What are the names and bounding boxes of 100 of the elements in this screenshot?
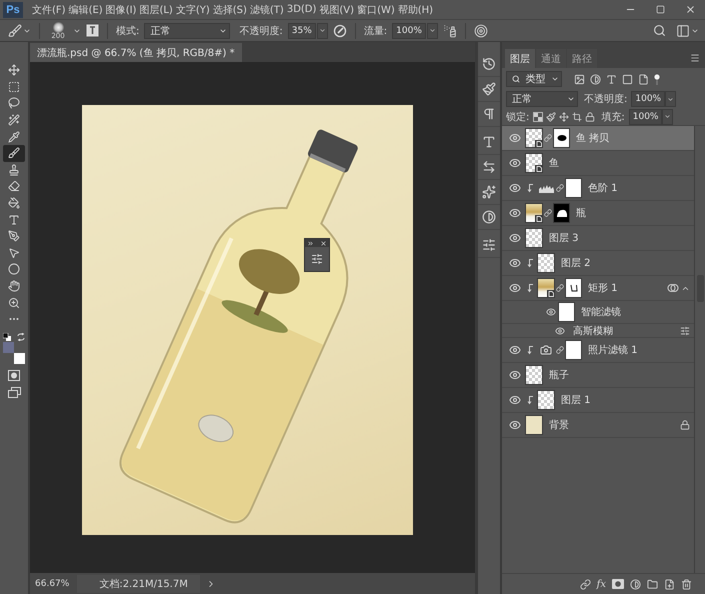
checker-icon[interactable] <box>533 112 544 122</box>
link-icon <box>556 284 564 292</box>
panel-tab[interactable]: 通道 <box>536 49 566 68</box>
menu-item[interactable]: 窗口(W) <box>356 2 396 16</box>
panel-tab[interactable]: 路径 <box>567 49 597 68</box>
menu-item[interactable]: 视图(V) <box>318 2 356 16</box>
caret-icon <box>664 113 672 120</box>
collapse-icon[interactable] <box>307 240 314 246</box>
move-icon[interactable] <box>559 112 570 122</box>
zoom-icon <box>8 296 20 309</box>
menu-item[interactable]: 文件(F) <box>31 2 67 16</box>
menu-item[interactable]: 帮助(H) <box>396 2 434 16</box>
layer-row[interactable]: 鱼 <box>502 151 694 176</box>
default-colors-icon[interactable] <box>3 332 11 340</box>
paragraph-icon <box>482 107 496 121</box>
crop-icon[interactable] <box>572 112 582 122</box>
opacity-field[interactable]: 100% <box>631 91 666 107</box>
tool-preset-button[interactable] <box>8 22 31 40</box>
lock-icon[interactable] <box>585 112 596 122</box>
menu-item[interactable]: 文字(Y) <box>174 2 211 16</box>
caret-icon <box>551 75 559 83</box>
document-tab[interactable]: 漂流瓶.psd @ 66.7% (鱼 拷贝, RGB/8#) * <box>30 43 242 62</box>
brush-icon[interactable] <box>546 112 556 122</box>
sliders-icon[interactable] <box>311 253 323 265</box>
sliders-icon[interactable] <box>680 326 690 336</box>
brush-tool[interactable] <box>3 144 25 162</box>
eye-icon[interactable] <box>555 326 565 336</box>
layer-row[interactable]: 瓶 <box>502 201 694 226</box>
contrast-icon[interactable] <box>590 74 601 84</box>
eye-icon[interactable] <box>509 157 521 169</box>
spray-can-icon[interactable] <box>442 24 457 38</box>
sliders-icon <box>482 238 496 252</box>
layer-name: 图层 2 <box>561 257 591 270</box>
menu-item[interactable]: 选择(S) <box>212 2 248 16</box>
caret-icon <box>667 96 674 102</box>
eye-icon[interactable] <box>509 132 521 144</box>
layer-row[interactable]: 矩形 1 <box>502 276 694 301</box>
layer-style-button[interactable]: fx <box>596 578 606 590</box>
layer-mask-thumbnail <box>565 340 582 360</box>
layer-row[interactable]: 照片滤镜 1 <box>502 338 694 363</box>
eye-icon[interactable] <box>509 394 521 406</box>
trash-icon[interactable] <box>681 578 692 590</box>
layer-row[interactable]: 智能滤镜 <box>502 301 694 324</box>
blend-mode-dropdown[interactable]: 正常 <box>506 91 578 107</box>
mask-icon[interactable] <box>612 579 624 589</box>
type-icon[interactable] <box>606 74 617 84</box>
contrast-icon[interactable] <box>630 578 641 590</box>
foreground-color-swatch[interactable] <box>3 342 14 352</box>
background-color-swatch[interactable] <box>14 352 25 364</box>
zoom-field[interactable]: 66.67% <box>33 578 72 590</box>
layer-row[interactable]: 高斯模糊 <box>502 324 694 338</box>
panel-tab[interactable]: 图层 <box>505 49 535 68</box>
layer-row[interactable]: 图层 2 <box>502 251 694 276</box>
square-icon[interactable] <box>622 74 633 84</box>
eye-icon[interactable] <box>546 307 556 317</box>
eye-icon[interactable] <box>509 182 521 194</box>
filter-dropdown[interactable]: 类型 <box>506 71 562 87</box>
layer-mask-thumbnail <box>565 178 582 198</box>
layer-name: 色阶 1 <box>588 182 618 195</box>
new-page-icon[interactable] <box>664 578 675 590</box>
menu-item[interactable]: 滤镜(T) <box>248 2 285 16</box>
opacity-field[interactable]: 35% <box>288 22 316 38</box>
eye-icon[interactable] <box>509 257 521 269</box>
eye-icon[interactable] <box>509 344 521 356</box>
panel-icon <box>676 24 690 38</box>
menu-item[interactable]: 图像(I) <box>104 2 138 16</box>
search-icon[interactable] <box>653 24 666 37</box>
layer-name: 图层 3 <box>549 232 579 245</box>
menu-item[interactable]: 3D(D) <box>286 4 318 15</box>
mode-dropdown[interactable]: 正常 <box>144 22 230 38</box>
layer-row[interactable]: 瓶子 <box>502 363 694 388</box>
layer-name: 瓶子 <box>549 369 569 382</box>
link-icon[interactable] <box>580 578 591 590</box>
layer-row[interactable]: 鱼 拷贝 <box>502 126 694 151</box>
layer-name: 鱼 <box>549 157 559 170</box>
link-icon <box>544 209 552 217</box>
image-icon[interactable] <box>574 74 585 84</box>
eye-icon[interactable] <box>509 207 521 219</box>
menu-item[interactable]: 图层(L) <box>138 2 174 16</box>
close-icon[interactable] <box>320 240 327 246</box>
eye-icon[interactable] <box>509 282 521 294</box>
layer-name: 鱼 拷贝 <box>576 132 610 145</box>
layer-row[interactable]: 色阶 1 <box>502 176 694 201</box>
pen-icon <box>8 230 20 242</box>
eye-icon[interactable] <box>509 232 521 244</box>
arrows-icon <box>482 160 496 174</box>
layer-row[interactable]: 图层 3 <box>502 226 694 251</box>
fill-field[interactable]: 100% <box>628 108 662 124</box>
eye-icon[interactable] <box>509 369 521 381</box>
layer-row[interactable]: 背景 <box>502 413 694 438</box>
layer-name: 图层 1 <box>561 394 591 407</box>
menu-item[interactable]: 编辑(E) <box>68 2 104 16</box>
target-icon[interactable] <box>474 24 488 38</box>
file-icon[interactable] <box>638 74 649 84</box>
swap-arrows-icon[interactable] <box>17 332 25 340</box>
mode-label: 模式: <box>116 24 140 38</box>
eye-icon[interactable] <box>509 419 521 431</box>
folder-icon[interactable] <box>647 578 658 590</box>
layer-row[interactable]: 图层 1 <box>502 388 694 413</box>
flow-field[interactable]: 100% <box>392 22 426 38</box>
